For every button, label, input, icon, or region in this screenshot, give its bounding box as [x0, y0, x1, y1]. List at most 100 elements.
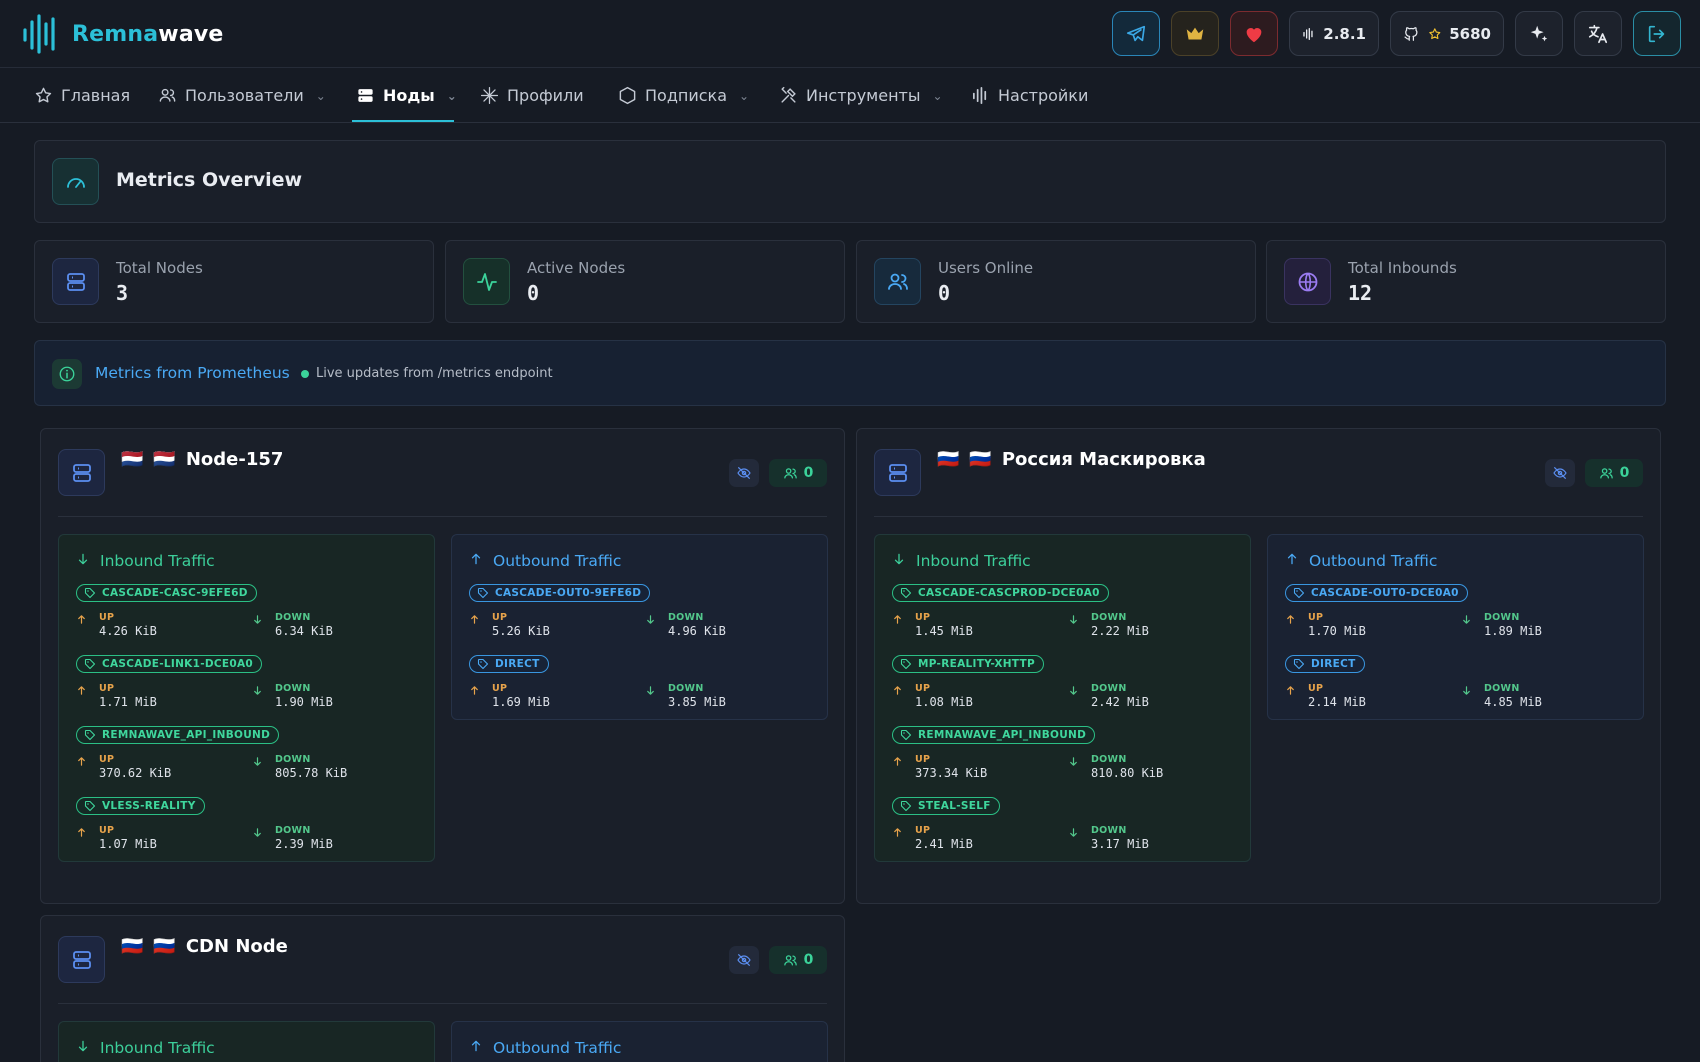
arrow-down-icon — [252, 685, 263, 699]
nav-item-settings[interactable]: Настройки — [971, 68, 1088, 123]
country-flag: 🇷🇺 — [969, 449, 992, 470]
logo[interactable]: Remnawave — [22, 14, 224, 54]
arrow-up-icon — [76, 614, 87, 628]
node-name: CDN Node — [185, 936, 288, 957]
github-stars: 5680 — [1449, 24, 1491, 43]
chevron-down-icon: ⌄ — [739, 88, 750, 103]
logout-button[interactable] — [1633, 11, 1681, 56]
nav-item-home[interactable]: Главная — [34, 68, 130, 123]
info-icon — [52, 359, 82, 389]
arrow-up-icon — [892, 827, 903, 841]
tag-icon — [900, 800, 912, 812]
stat-card-total-nodes: Total Nodes 3 — [34, 240, 434, 323]
arrow-up-icon — [76, 756, 87, 770]
nav-item-tools[interactable]: Инструменты ⌄ — [779, 68, 943, 123]
arrow-down-icon — [1068, 756, 1079, 770]
language-button[interactable] — [1574, 11, 1622, 56]
heart-icon — [1246, 27, 1262, 42]
inbound-tag-badge: DIRECT — [469, 655, 549, 673]
stat-label: Users Online — [938, 259, 1034, 277]
active-tab-indicator — [352, 120, 454, 122]
country-flag: 🇷🇺 — [121, 936, 144, 957]
star-icon — [35, 87, 52, 103]
arrow-down-icon — [1068, 685, 1079, 699]
node-card[interactable]: 🇷🇺 🇷🇺 Россия Маскировка 0 Inbound Traffic CAS… — [856, 428, 1661, 904]
prometheus-subtitle: Live updates from /metrics endpoint — [316, 366, 553, 381]
inbound-tag-badge: REMNAWAVE_API_INBOUND — [76, 726, 280, 744]
divider — [874, 516, 1643, 517]
server-icon — [874, 449, 921, 496]
arrow-down-icon — [892, 552, 906, 570]
divider — [58, 1003, 827, 1004]
node-name: Node-157 — [185, 449, 284, 470]
country-flag: 🇳🇱 — [121, 449, 144, 470]
inbound-tag-badge: MP-REALITY-XHTTP — [892, 655, 1044, 673]
eye-off-icon — [736, 465, 752, 481]
arrow-up-icon — [76, 685, 87, 699]
inbound-traffic-title: Inbound Traffic — [76, 552, 215, 570]
inbound-tag-badge: VLESS-REALITY — [76, 797, 205, 815]
tag-icon — [84, 729, 96, 741]
inbound-tag-badge: REMNAWAVE_API_INBOUND — [892, 726, 1096, 744]
inbound-tag-badge: DIRECT — [1285, 655, 1365, 673]
tag-icon — [84, 587, 96, 599]
inbound-tag-badge: CASCADE-OUT0-9EFE6D — [469, 584, 651, 602]
sparkles-button[interactable] — [1515, 11, 1563, 56]
stat-value: 0 — [938, 281, 951, 305]
inbound-traffic-title: Inbound Traffic — [892, 552, 1031, 570]
github-button[interactable]: 5680 — [1390, 11, 1504, 56]
outbound-traffic-title: Outbound Traffic — [469, 552, 621, 570]
donate-button[interactable] — [1230, 11, 1278, 56]
stat-card-users-online: Users Online 0 — [856, 240, 1256, 323]
inbound-traffic-panel: Inbound Traffic — [58, 1021, 435, 1062]
server-icon — [358, 89, 373, 102]
hide-node-button[interactable] — [1545, 459, 1575, 487]
stat-value: 0 — [527, 281, 540, 305]
version-button[interactable]: 2.8.1 — [1289, 11, 1379, 56]
country-flag: 🇷🇺 — [937, 449, 960, 470]
waveform-icon — [1303, 27, 1313, 40]
telegram-button[interactable] — [1112, 11, 1160, 56]
node-card[interactable]: 🇳🇱 🇳🇱 Node-157 0 Inbound Traffic CASCADE-CASC… — [40, 428, 845, 904]
version-label: 2.8.1 — [1323, 24, 1366, 43]
divider — [58, 516, 827, 517]
arrow-down-icon — [645, 614, 656, 628]
main-nav: Главная Пользователи ⌄ Ноды ⌄ Профили По… — [0, 68, 1700, 123]
sparkle-icon — [480, 86, 499, 105]
hide-node-button[interactable] — [729, 946, 759, 974]
outbound-traffic-title: Outbound Traffic — [469, 1039, 621, 1057]
arrow-up-icon — [892, 614, 903, 628]
chevron-down-icon: ⌄ — [932, 88, 943, 103]
nav-item-label: Подписка — [645, 86, 728, 105]
online-users-badge: 0 — [769, 946, 827, 974]
users-icon — [159, 88, 176, 102]
eye-off-icon — [736, 952, 752, 968]
nav-item-users[interactable]: Пользователи ⌄ — [158, 68, 326, 123]
arrow-down-icon — [1461, 614, 1472, 628]
nav-item-subscription[interactable]: Подписка ⌄ — [618, 68, 749, 123]
inbound-tag-badge: CASCADE-CASC-9EFE6D — [76, 584, 257, 602]
nav-item-nodes[interactable]: Ноды ⌄ — [356, 68, 457, 123]
node-card[interactable]: 🇷🇺 🇷🇺 CDN Node 0 Inbound Traffic Outbound Tra… — [40, 915, 845, 1062]
tag-icon — [84, 800, 96, 812]
tools-icon — [781, 86, 796, 103]
logout-icon — [1648, 25, 1665, 42]
node-title: 🇷🇺 🇷🇺 Россия Маскировка — [937, 449, 1206, 470]
arrow-down-icon — [1461, 685, 1472, 699]
star-icon — [1428, 27, 1441, 39]
nav-item-label: Инструменты — [806, 86, 921, 105]
arrow-up-icon — [1285, 685, 1296, 699]
hide-node-button[interactable] — [729, 459, 759, 487]
brand-name: Remnawave — [72, 21, 224, 47]
nav-item-profiles[interactable]: Профили — [480, 68, 584, 123]
chevron-down-icon: ⌄ — [446, 88, 457, 103]
sponsor-button[interactable] — [1171, 11, 1219, 56]
nav-item-label: Профили — [507, 86, 584, 105]
gauge-icon — [52, 158, 99, 205]
users-icon — [874, 258, 921, 305]
stat-label: Active Nodes — [527, 259, 626, 277]
logo-waveform-icon — [23, 14, 55, 54]
users-icon — [1599, 466, 1614, 481]
tag-icon — [1293, 587, 1305, 599]
outbound-traffic-panel: Outbound Traffic CASCADE-OUT0-9EFE6D UP 5.2… — [451, 534, 828, 720]
